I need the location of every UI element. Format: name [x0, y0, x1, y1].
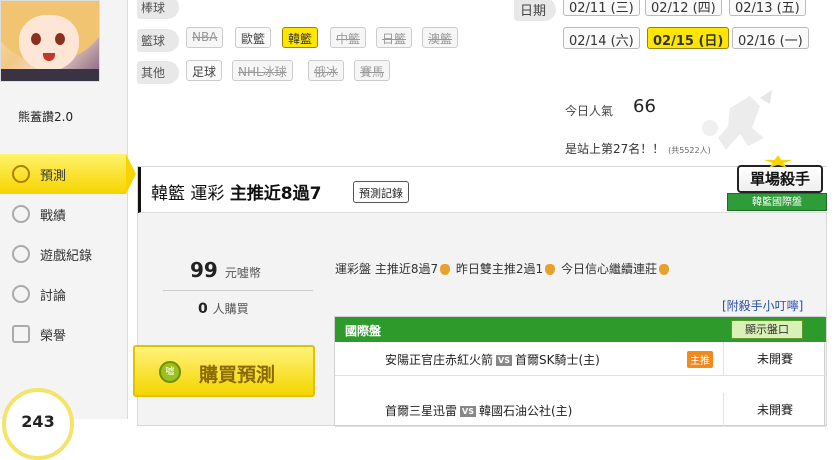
money-bag-icon [440, 264, 451, 275]
home-team: 韓國石油公社(主) [478, 404, 573, 418]
rank-label: 是站上第27名！！ [565, 142, 665, 156]
filter-chip-korea-basketball[interactable]: 韓籃 [282, 27, 319, 48]
filter-chip-nhl[interactable]: NHL冰球 [232, 60, 293, 81]
panel-title: 韓籃 運彩 主推近8過7 [151, 179, 321, 204]
target-icon [12, 165, 30, 183]
coin-icon: 噓 [159, 361, 181, 383]
filter-chip-soccer[interactable]: 足球 [186, 60, 223, 81]
rank-text: 是站上第27名！！ (共5522人) [565, 140, 711, 157]
match-status: 未開賽 [723, 342, 826, 376]
username[interactable]: 熊蓋讚2.0 [18, 108, 73, 125]
avatar[interactable] [0, 0, 100, 82]
chat-icon [12, 285, 30, 303]
match-status: 未開賽 [723, 393, 826, 427]
sidebar: 熊蓋讚2.0 預測 戰績 遊戲紀錄 討論 榮譽 243 [0, 0, 136, 460]
main-pick-badge: 主推 [687, 351, 713, 368]
table-header: 國際盤 顯示盤口 [335, 317, 826, 342]
prediction-description: 運彩盤 主推近8過7 昨日雙主推2過1 今日信心繼續連莊 [335, 260, 671, 277]
nav-item-predict[interactable]: 預測 [0, 154, 136, 194]
vs-icon: VS [460, 406, 476, 417]
nav-item-discussion[interactable]: 討論 [0, 274, 128, 314]
filter-chip-japan-basketball[interactable]: 日籃 [376, 27, 413, 48]
divider [163, 290, 313, 291]
badge-sub: 韓籃國際盤 [727, 193, 827, 211]
trophy-icon [12, 325, 30, 343]
date-label: 日期 [514, 0, 557, 21]
filter-chip-china-basketball[interactable]: 中籃 [330, 27, 367, 48]
buyer-unit: 人購買 [212, 302, 249, 316]
filter-chip-nba[interactable]: NBA [186, 27, 224, 48]
killer-badge: 單場殺手 韓籃國際盤 [727, 155, 829, 221]
match-teams: 首爾三星迅雷 VS 韓國石油公社(主) [385, 402, 572, 419]
category-label-other: 其他 [137, 61, 180, 84]
table-row: 首爾三星迅雷 VS 韓國石油公社(主) 未開賽 [335, 393, 826, 427]
circle-icon [12, 245, 30, 263]
panel-header: 韓籃 運彩 主推近8過7 預測記錄 單場殺手 韓籃國際盤 [138, 155, 828, 213]
away-team: 首爾三星迅雷 [385, 404, 458, 418]
filter-chip-russia-hockey[interactable]: 俄冰 [308, 60, 345, 81]
description-part: 昨日雙主推2過1 [452, 262, 544, 276]
panel-title-prefix: 韓籃 運彩 [151, 184, 230, 204]
date-button[interactable]: 02/11 (三) [563, 0, 640, 16]
buyer-count: 0 人購買 [198, 300, 249, 317]
price: 99 元噓幣 [190, 258, 261, 282]
badge-main: 單場殺手 [737, 165, 823, 193]
table-title: 國際盤 [345, 324, 382, 338]
description-part: 今日信心繼續連莊 [557, 262, 658, 276]
filter-chip-australia-basketball[interactable]: 澳籃 [422, 27, 459, 48]
date-button-selected[interactable]: 02/15 (日) [647, 27, 730, 49]
date-button[interactable]: 02/16 (一) [732, 27, 809, 49]
panel-title-highlight: 主推近8過7 [229, 184, 322, 204]
money-bag-icon [545, 264, 556, 275]
nav-item-label: 討論 [40, 288, 67, 304]
table-row: 安陽正官庄赤紅火箭 VS 首爾SK騎士(主) 主推 未開賽 [335, 342, 826, 376]
date-button[interactable]: 02/12 (四) [645, 0, 722, 16]
description-part: 運彩盤 主推近8過7 [335, 262, 439, 276]
price-unit: 元噓幣 [224, 266, 261, 280]
filter-chip-euro-basketball[interactable]: 歐籃 [235, 27, 272, 48]
vs-icon: VS [496, 355, 512, 366]
rank-total: (共5522人) [668, 146, 711, 155]
category-label-baseball: 棒球 [137, 0, 180, 19]
buy-button-label: 購買預測 [199, 364, 276, 386]
match-teams: 安陽正官庄赤紅火箭 VS 首爾SK騎士(主) [385, 351, 600, 368]
nav-item-record[interactable]: 戰績 [0, 194, 128, 234]
buyer-value: 0 [198, 301, 208, 317]
nav-item-label: 戰績 [40, 208, 67, 224]
date-button[interactable]: 02/13 (五) [729, 0, 806, 16]
date-button[interactable]: 02/14 (六) [563, 27, 640, 49]
killer-tips-link[interactable]: [附殺手小叮嚀] [722, 297, 803, 314]
nav-item-label: 預測 [40, 168, 67, 184]
nav-item-game-log[interactable]: 遊戲紀錄 [0, 234, 128, 274]
category-label-basketball: 籃球 [137, 29, 180, 52]
international-odds-table: 國際盤 顯示盤口 安陽正官庄赤紅火箭 VS 首爾SK騎士(主) 主推 未開賽 首爾三… [334, 316, 826, 427]
prediction-record-button[interactable]: 預測記錄 [353, 181, 409, 203]
nav-item-honor[interactable]: 榮譽 [0, 314, 128, 354]
chart-icon [12, 205, 30, 223]
nav-item-label: 榮譽 [40, 328, 67, 344]
level-counter: 243 [2, 388, 74, 460]
show-odds-button[interactable]: 顯示盤口 [731, 320, 803, 339]
buy-prediction-button[interactable]: 噓 購買預測 [133, 345, 315, 397]
nav-item-label: 遊戲紀錄 [40, 248, 93, 264]
filter-chip-horse-racing[interactable]: 賽馬 [354, 60, 391, 81]
away-team: 安陽正官庄赤紅火箭 [385, 353, 494, 367]
popularity-value: 66 [633, 96, 656, 117]
home-team: 首爾SK騎士(主) [514, 353, 600, 367]
popularity-label: 今日人氣 [565, 104, 614, 118]
money-bag-icon [659, 264, 670, 275]
price-value: 99 [190, 258, 218, 282]
